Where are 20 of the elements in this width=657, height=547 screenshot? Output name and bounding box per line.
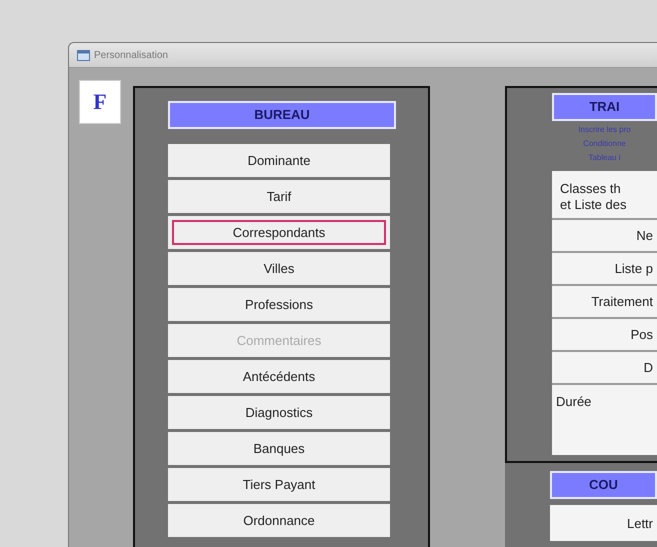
menu-button[interactable]: Tiers Payant xyxy=(168,468,390,501)
menu-button[interactable]: Correspondants xyxy=(168,216,390,249)
menu-button[interactable]: Ordonnance xyxy=(168,504,390,537)
hint-text: Inscrire les pro xyxy=(578,124,631,136)
menu-button[interactable]: Professions xyxy=(168,288,390,321)
logo-badge: F xyxy=(79,80,121,124)
window-title: Personnalisation xyxy=(94,50,168,60)
panel-header: COU xyxy=(550,471,657,499)
hint-text: Tableau i xyxy=(588,152,621,164)
panel-header: TRAI xyxy=(552,93,657,121)
menu-button[interactable]: Banques xyxy=(168,432,390,465)
menu-button[interactable]: Diagnostics xyxy=(168,396,390,429)
panel-header: BUREAU xyxy=(168,101,396,129)
menu-button[interactable]: Tarif xyxy=(168,180,390,213)
menu-button[interactable]: Villes xyxy=(168,252,390,285)
menu-button[interactable]: Antécédents xyxy=(168,360,390,393)
window-icon xyxy=(77,50,90,60)
hint-text: Conditionne xyxy=(583,138,626,150)
menu-button[interactable]: Dominante xyxy=(168,144,390,177)
menu-button[interactable]: Lettr xyxy=(550,505,657,541)
